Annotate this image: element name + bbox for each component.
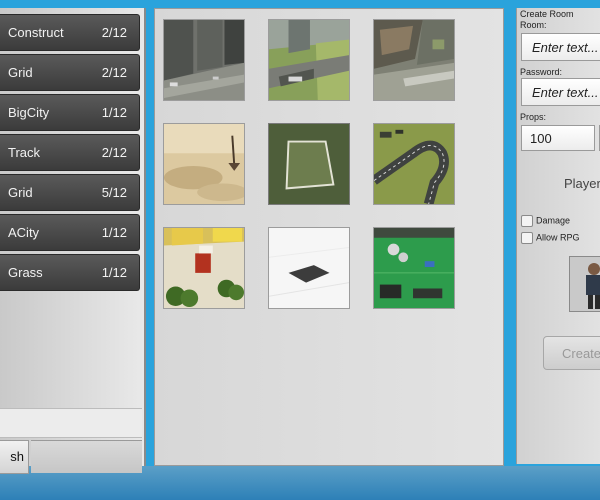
room-list: Construct 2/12 Grid 2/12 BigCity 1/12 Track… <box>0 14 140 294</box>
room-name: Grid <box>8 185 33 200</box>
empty-white-map-thumbnail[interactable] <box>268 227 350 309</box>
checkbox-box <box>521 232 533 244</box>
refresh-button-label: sh <box>10 449 24 464</box>
room-row[interactable]: Grid 5/12 <box>0 174 140 211</box>
left-footer-bar <box>31 440 142 473</box>
room-label: Room: <box>520 20 547 30</box>
city-block-map-image <box>374 20 454 100</box>
empty-white-map-image <box>269 228 349 308</box>
players-label: Player <box>564 176 600 191</box>
town-square-map-image <box>164 228 244 308</box>
create-room-button[interactable]: Create <box>543 336 600 370</box>
allow-rpg-label: Allow RPG <box>536 232 580 243</box>
desert-map-thumbnail[interactable] <box>163 123 245 205</box>
room-name: Construct <box>8 25 64 40</box>
checkbox-box <box>521 215 533 227</box>
room-name: Grid <box>8 65 33 80</box>
props-input[interactable]: 100 <box>521 125 595 151</box>
room-name: BigCity <box>8 105 50 120</box>
room-player-count: 1/12 <box>101 225 127 240</box>
allow-rpg-checkbox[interactable]: Allow RPG <box>521 232 580 244</box>
city-buildings-map-thumbnail[interactable] <box>268 19 350 101</box>
room-row[interactable]: Construct 2/12 <box>0 14 140 51</box>
room-player-count: 1/12 <box>101 265 127 280</box>
city-buildings-map-image <box>269 20 349 100</box>
grass-town-map-image <box>374 228 454 308</box>
race-track-map-thumbnail[interactable] <box>373 123 455 205</box>
password-input[interactable]: Enter text... <box>521 78 600 106</box>
room-row[interactable]: BigCity 1/12 <box>0 94 140 131</box>
city-street-map-thumbnail[interactable] <box>163 19 245 101</box>
room-list-panel: Construct 2/12 Grid 2/12 BigCity 1/12 Track… <box>0 8 146 474</box>
room-name-input[interactable]: Enter text... <box>521 33 600 61</box>
password-label: Password: <box>520 67 563 77</box>
character-icon <box>570 257 600 311</box>
damage-checkbox[interactable]: Damage <box>521 215 570 227</box>
room-player-count: 2/12 <box>101 145 127 160</box>
room-row[interactable]: Grass 1/12 <box>0 254 140 291</box>
grass-town-map-thumbnail[interactable] <box>373 227 455 309</box>
damage-label: Damage <box>536 215 571 226</box>
props-label: Props: <box>520 112 547 122</box>
room-row[interactable]: ACity 1/12 <box>0 214 140 251</box>
room-name: ACity <box>8 225 40 240</box>
player-avatar[interactable] <box>569 256 600 312</box>
room-name: Track <box>8 145 41 160</box>
desert-map-image <box>164 124 244 204</box>
map-selection-panel <box>154 8 504 466</box>
create-room-title: Create Room <box>520 9 574 19</box>
room-player-count: 1/12 <box>101 105 127 120</box>
join-room-input[interactable] <box>0 408 142 438</box>
room-row[interactable]: Track 2/12 <box>0 134 140 171</box>
room-row[interactable]: Grid 2/12 <box>0 54 140 91</box>
race-track-map-image <box>374 124 454 204</box>
town-square-map-thumbnail[interactable] <box>163 227 245 309</box>
create-room-panel: Create Room Room: Enter text... Password… <box>516 8 600 464</box>
room-player-count: 5/12 <box>101 185 127 200</box>
grid-pad-map-thumbnail[interactable] <box>268 123 350 205</box>
room-player-count: 2/12 <box>101 25 127 40</box>
room-player-count: 2/12 <box>101 65 127 80</box>
city-block-map-thumbnail[interactable] <box>373 19 455 101</box>
room-name: Grass <box>8 265 43 280</box>
refresh-button[interactable]: sh <box>0 440 29 474</box>
city-street-map-image <box>164 20 244 100</box>
grid-pad-map-image <box>269 124 349 204</box>
